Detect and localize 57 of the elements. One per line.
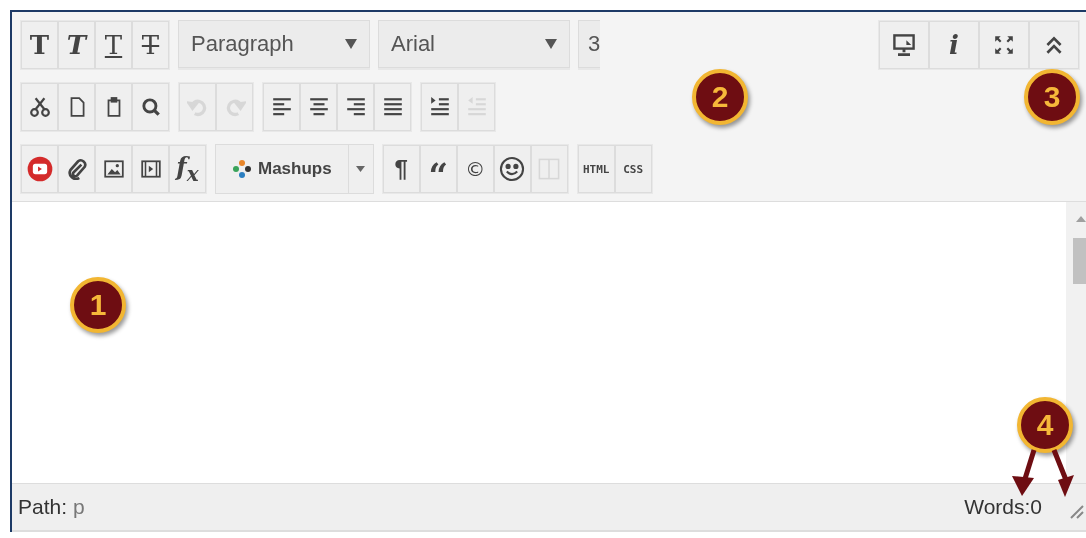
bold-button[interactable]: T bbox=[21, 21, 58, 69]
toolbar-button[interactable] bbox=[421, 83, 458, 131]
columns-icon bbox=[537, 157, 562, 181]
play-icon bbox=[26, 156, 53, 182]
film-icon bbox=[139, 158, 162, 180]
toolbar-button[interactable] bbox=[1029, 21, 1079, 69]
copyright-button[interactable]: © bbox=[456, 145, 494, 193]
underline-button[interactable]: T bbox=[95, 21, 132, 69]
pointer-arrow bbox=[1012, 449, 1037, 496]
italic-button[interactable]: T bbox=[58, 21, 95, 69]
align-left-icon bbox=[270, 96, 293, 118]
dropdown[interactable]: Arial bbox=[378, 20, 570, 68]
toolbar-button[interactable] bbox=[58, 145, 95, 193]
pointer-arrow bbox=[1051, 449, 1074, 497]
justify-icon bbox=[381, 96, 404, 118]
info-button[interactable]: i bbox=[929, 21, 979, 69]
html-button[interactable]: HTML bbox=[577, 145, 615, 193]
dropdown[interactable]: Paragraph bbox=[178, 20, 370, 68]
fullscreen-icon bbox=[993, 34, 1015, 56]
toolbar-button[interactable] bbox=[21, 83, 58, 131]
formula-button[interactable]: f$_{x}$ bbox=[169, 145, 206, 193]
path-link[interactable]: p bbox=[73, 495, 85, 519]
toolbar-button[interactable] bbox=[132, 145, 169, 193]
paragraph-mark-button[interactable]: ¶ bbox=[382, 145, 420, 193]
strikethrough-button[interactable]: T bbox=[132, 21, 169, 69]
align-right-icon bbox=[344, 96, 367, 118]
toolbar-button[interactable] bbox=[21, 145, 58, 193]
toolbar-button[interactable] bbox=[58, 83, 95, 131]
scroll-thumb[interactable] bbox=[1073, 238, 1086, 284]
caret-icon bbox=[345, 39, 357, 49]
toolbar-button[interactable] bbox=[132, 83, 169, 131]
paperclip-icon bbox=[65, 158, 88, 180]
toolbar-button[interactable] bbox=[374, 83, 411, 131]
dropdown[interactable]: 3 bbox=[578, 20, 600, 68]
outdent-icon bbox=[465, 96, 488, 118]
monitor-icon bbox=[892, 33, 916, 57]
indent-icon bbox=[428, 96, 451, 118]
caret-icon bbox=[545, 39, 557, 49]
toolbar-button[interactable] bbox=[979, 21, 1029, 69]
quote-button[interactable]: “ bbox=[419, 145, 457, 193]
search-icon bbox=[139, 96, 162, 118]
scissors-icon bbox=[28, 96, 51, 118]
smiley-icon bbox=[499, 156, 526, 182]
path-label: Path: bbox=[18, 495, 68, 519]
toolbar-button[interactable] bbox=[493, 145, 531, 193]
align-center-icon bbox=[307, 96, 330, 118]
toolbar-button[interactable] bbox=[879, 21, 929, 69]
toolbar-button[interactable] bbox=[300, 83, 337, 131]
toolbar-button[interactable] bbox=[95, 83, 132, 131]
css-button[interactable]: CSS bbox=[614, 145, 652, 193]
word-count: Words:0 bbox=[964, 495, 1042, 519]
image-icon bbox=[102, 158, 125, 180]
caret-icon bbox=[356, 166, 366, 172]
toolbar-button[interactable] bbox=[337, 83, 374, 131]
toolbar-button[interactable] bbox=[95, 145, 132, 193]
dots-icon bbox=[232, 159, 252, 179]
toolbar-button[interactable] bbox=[263, 83, 300, 131]
